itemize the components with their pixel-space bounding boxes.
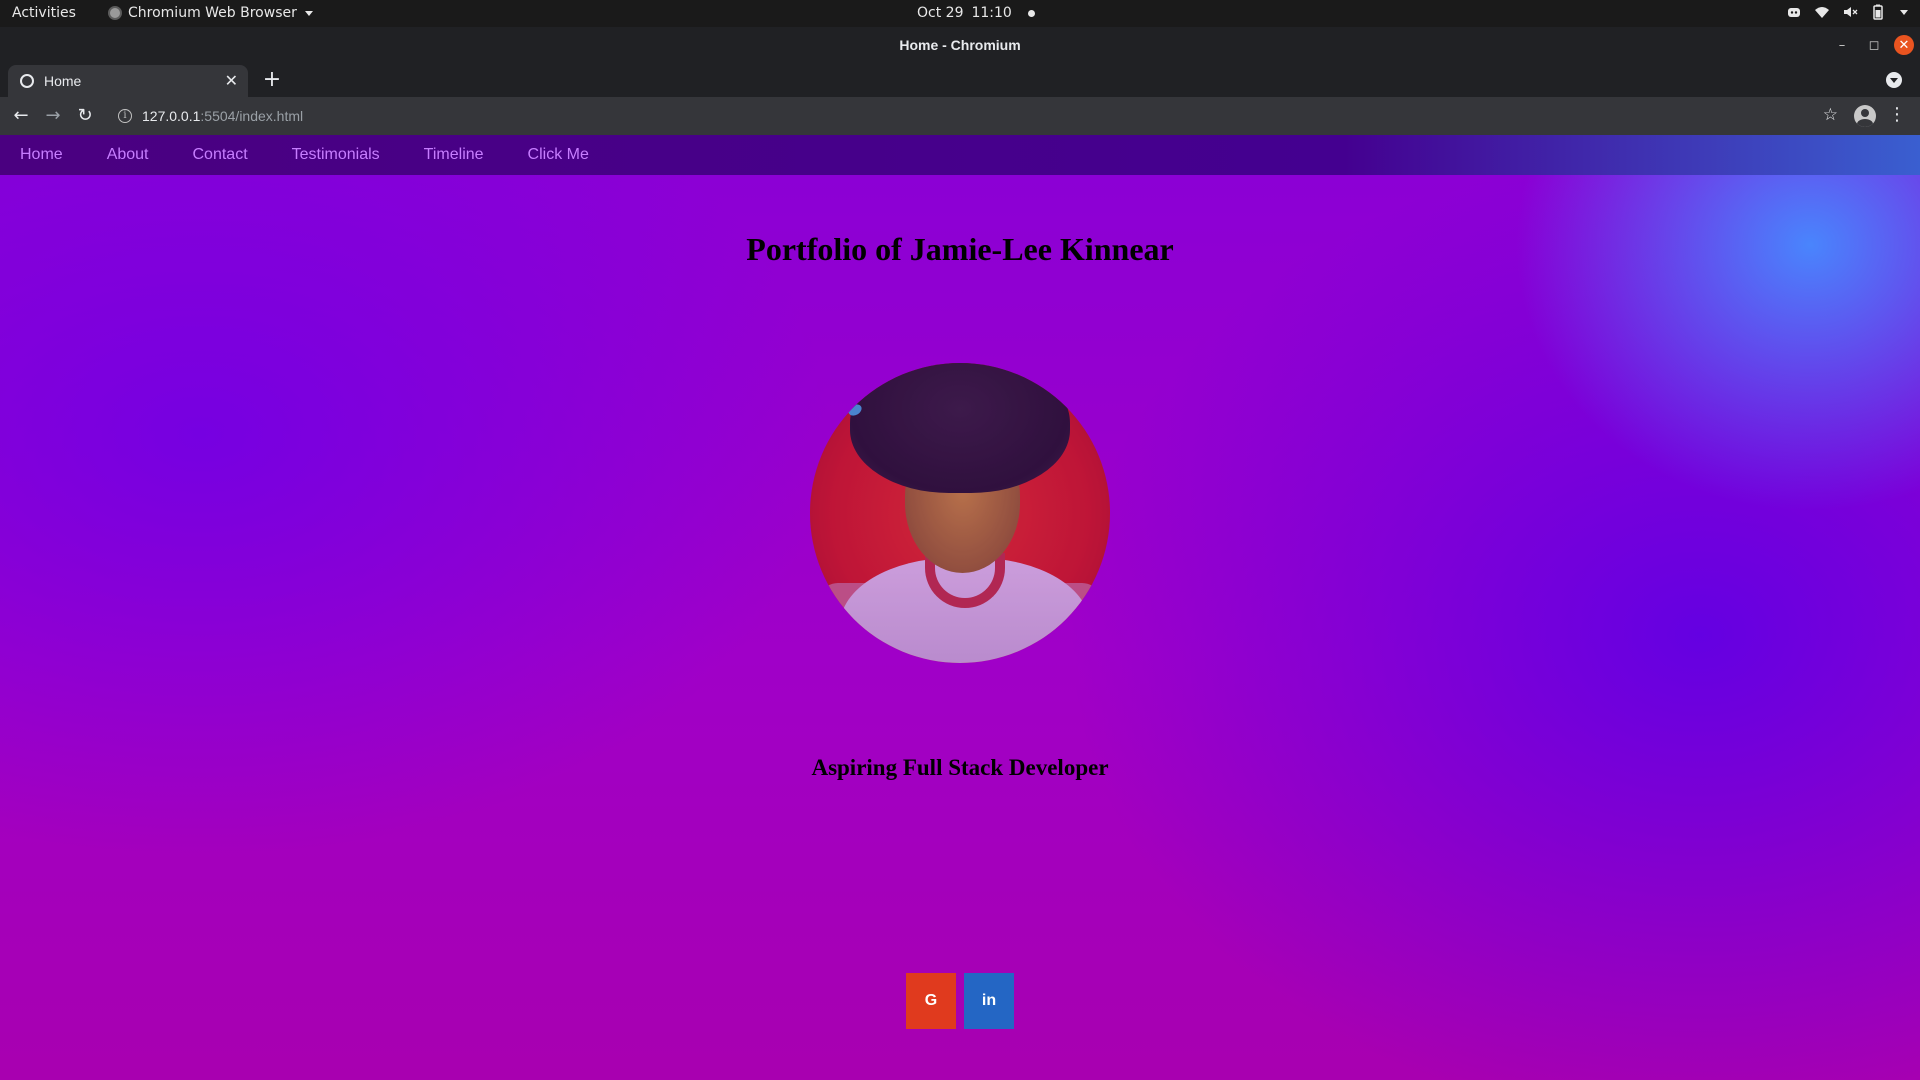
- app-menu-label: Chromium Web Browser: [128, 5, 297, 21]
- browser-toolbar: ← → ↻ i 127.0.0.1:5504/index.html ☆ ⋮: [0, 97, 1920, 135]
- tab-home[interactable]: Home ✕: [8, 65, 248, 97]
- site-nav: Home About Contact Testimonials Timeline…: [0, 135, 1920, 175]
- nav-timeline-link[interactable]: Timeline: [424, 146, 484, 164]
- page-subtitle: Aspiring Full Stack Developer: [811, 755, 1109, 780]
- app-menu[interactable]: Chromium Web Browser: [108, 5, 313, 21]
- window-title-bar: Home - Chromium – ◻ ✕: [0, 27, 1920, 63]
- wifi-icon[interactable]: [1814, 4, 1830, 20]
- clock-time: 11:10: [971, 5, 1012, 21]
- discord-icon[interactable]: [1786, 4, 1802, 20]
- new-tab-button[interactable]: +: [260, 67, 284, 92]
- profile-avatar-icon[interactable]: [1854, 105, 1876, 127]
- address-bar[interactable]: i 127.0.0.1:5504/index.html: [108, 102, 1828, 130]
- reload-icon[interactable]: ↻: [73, 104, 97, 128]
- more-menu-icon[interactable]: ⋮: [1888, 105, 1906, 125]
- system-menu-chevron-icon[interactable]: [1900, 9, 1908, 15]
- minimize-icon[interactable]: –: [1832, 35, 1852, 55]
- tab-search-icon[interactable]: [1886, 72, 1902, 88]
- clock-date: Oct 29: [917, 5, 964, 21]
- tab-strip: Home ✕ +: [0, 63, 1920, 97]
- url-host: 127.0.0.1: [142, 108, 201, 124]
- volume-muted-icon[interactable]: [1842, 4, 1858, 20]
- maximize-icon[interactable]: ◻: [1864, 35, 1884, 55]
- notification-dot-icon: [1027, 9, 1035, 17]
- url-path: :5504/index.html: [200, 108, 304, 124]
- nav-click-me-link[interactable]: Click Me: [528, 146, 589, 164]
- social-links: G in: [906, 973, 1014, 1029]
- bookmark-star-icon[interactable]: ☆: [1823, 105, 1838, 125]
- profile-photo: [810, 363, 1110, 663]
- page-viewport: Home About Contact Testimonials Timeline…: [0, 135, 1920, 1080]
- google-icon[interactable]: G: [906, 973, 956, 1029]
- nav-testimonials-link[interactable]: Testimonials: [292, 146, 380, 164]
- site-info-icon[interactable]: i: [118, 109, 132, 123]
- window-title: Home - Chromium: [899, 37, 1021, 53]
- tab-title: Home: [44, 73, 82, 89]
- clock[interactable]: Oct 29 11:10: [917, 5, 1035, 21]
- system-tray[interactable]: [1786, 4, 1908, 20]
- forward-arrow-icon[interactable]: →: [41, 104, 65, 128]
- globe-icon: [20, 74, 34, 88]
- nav-home-link[interactable]: Home: [20, 146, 63, 164]
- chevron-down-icon: [304, 10, 313, 16]
- nav-about-link[interactable]: About: [107, 146, 149, 164]
- page-title: Portfolio of Jamie-Lee Kinnear: [746, 231, 1174, 267]
- system-top-bar: Activities Chromium Web Browser Oct 29 1…: [0, 0, 1920, 27]
- chromium-icon: [108, 6, 122, 20]
- close-window-icon[interactable]: ✕: [1894, 35, 1914, 55]
- activities-button[interactable]: Activities: [12, 5, 76, 21]
- close-tab-icon[interactable]: ✕: [225, 71, 238, 91]
- linkedin-icon[interactable]: in: [964, 973, 1014, 1029]
- photo-tint: [810, 363, 1110, 663]
- battery-icon[interactable]: [1870, 4, 1886, 20]
- back-arrow-icon[interactable]: ←: [9, 104, 33, 128]
- url-text[interactable]: 127.0.0.1:5504/index.html: [142, 108, 303, 124]
- nav-contact-link[interactable]: Contact: [193, 146, 248, 164]
